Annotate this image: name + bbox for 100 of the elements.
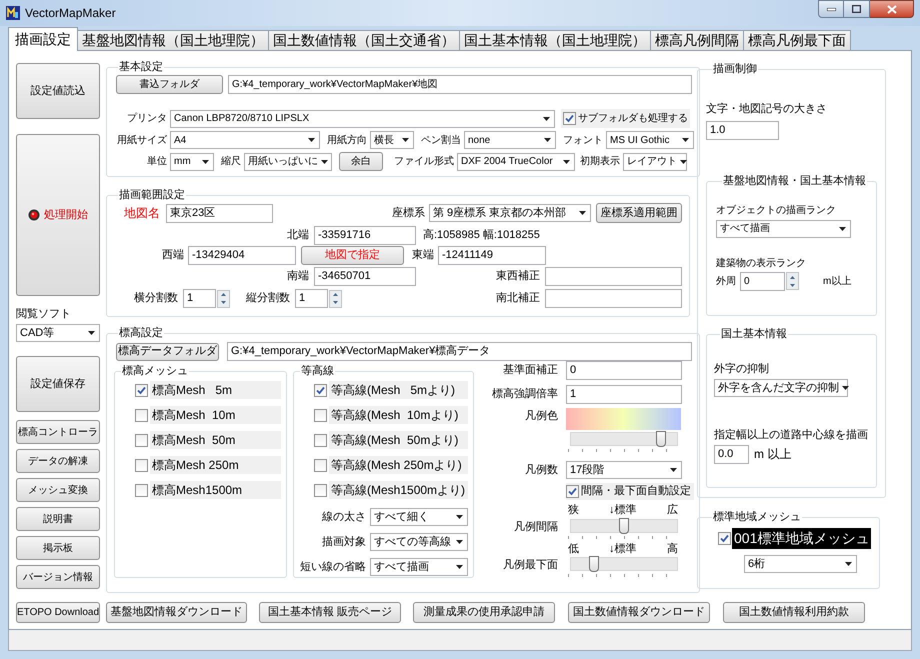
checkbox[interactable] <box>563 112 576 125</box>
field-label: 横分割数 <box>134 290 178 306</box>
checkbox[interactable] <box>135 408 148 422</box>
button[interactable]: 測量成果の使用承認申請 <box>413 602 555 623</box>
checkbox[interactable] <box>566 485 579 498</box>
button[interactable]: 国土基本情報 販売ページ <box>259 602 401 623</box>
dropdown[interactable]: すべて細く <box>370 508 468 526</box>
input-field[interactable]: 東京23区 <box>166 204 273 222</box>
slider[interactable] <box>570 518 678 532</box>
field-label: 北端 <box>287 228 309 244</box>
button[interactable]: 掲示板 <box>16 536 100 560</box>
input-field[interactable]: G:¥4_temporary_work¥VectorMapMaker¥地図 <box>228 75 692 94</box>
slider-thumb[interactable] <box>656 431 666 447</box>
group-title: 描画範囲設定 <box>118 189 186 202</box>
checkbox-label: サブフォルダも処理する <box>578 112 688 126</box>
button[interactable]: メッシュ変換 <box>16 478 100 502</box>
spinner-arrows-icon[interactable] <box>329 290 342 308</box>
button[interactable]: データの解凍 <box>16 449 100 473</box>
group-title: 描画制御 <box>712 63 758 76</box>
button[interactable]: 設定値読込 <box>16 63 100 119</box>
tab[interactable]: 基盤地図情報（国土地理院） <box>77 30 269 51</box>
button[interactable]: 標高データフォルダ <box>116 342 219 360</box>
dropdown[interactable]: DXF 2004 TrueColor <box>457 152 575 170</box>
dropdown[interactable]: A4 <box>170 131 320 149</box>
dropdown[interactable]: すべての等高線 <box>370 533 468 551</box>
input-field[interactable]: 1.0 <box>706 120 779 140</box>
button[interactable]: バージョン情報 <box>16 565 100 589</box>
tab[interactable]: 標高凡例間隔 <box>650 30 744 51</box>
slider[interactable] <box>570 432 678 446</box>
dropdown[interactable]: mm <box>170 152 214 170</box>
button[interactable]: 国土数値情報利用約款 <box>723 602 865 623</box>
tab[interactable]: 標高凡例最下面 <box>743 30 851 51</box>
spinner-arrows-icon[interactable] <box>217 290 230 308</box>
input-field[interactable]: -13429404 <box>188 246 296 265</box>
field-label: 短い線の省略 <box>300 560 366 575</box>
dropdown[interactable]: MS UI Gothic <box>606 131 694 149</box>
button[interactable]: ETOPO Download <box>16 602 100 623</box>
input-field[interactable]: 0.0 <box>714 444 749 464</box>
input-field[interactable]: G:¥4_temporary_work¥VectorMapMaker¥標高データ <box>227 342 692 361</box>
input-field[interactable] <box>545 289 682 308</box>
slider-thumb[interactable] <box>619 518 629 534</box>
caret-icon <box>402 138 409 142</box>
input-field[interactable]: 1 <box>183 289 216 308</box>
button[interactable]: 標高コントローラ <box>16 420 100 444</box>
button[interactable]: 国土数値情報ダウンロード <box>568 602 710 623</box>
tab[interactable]: 国土数値情報（国土交通省） <box>268 30 460 51</box>
checkbox-label: 標高Mesh 250m <box>150 456 281 474</box>
close-button[interactable] <box>870 0 914 18</box>
close-icon <box>886 4 896 14</box>
caret-icon <box>563 160 570 164</box>
tab[interactable]: 描画設定 <box>8 27 78 51</box>
field-label: 建築物の表示ランク <box>716 256 807 270</box>
button[interactable]: 説明書 <box>16 507 100 531</box>
input-field[interactable]: 0 <box>740 272 785 290</box>
checkbox[interactable] <box>314 434 327 446</box>
dropdown[interactable]: 用紙いっぱいに <box>244 152 332 170</box>
input-field[interactable] <box>545 267 682 286</box>
spinner-arrows-icon[interactable] <box>786 272 799 290</box>
tab[interactable]: 国土基本情報（国土地理院） <box>459 30 651 51</box>
dropdown[interactable]: 6桁 <box>744 555 857 573</box>
field-label: 指定幅以上の道路中心線を描画 <box>714 428 869 443</box>
caret-icon <box>670 468 677 472</box>
dropdown[interactable]: レイアウト <box>623 152 687 170</box>
dropdown[interactable]: Canon LBP8720/8710 LIPSLX <box>170 110 555 128</box>
input-field[interactable]: 0 <box>566 361 682 380</box>
checkbox[interactable] <box>314 384 327 396</box>
button[interactable]: 書込フォルダ <box>116 75 223 94</box>
checkbox[interactable] <box>314 408 327 422</box>
dropdown[interactable]: すべて描画 <box>370 558 468 576</box>
maximize-button[interactable] <box>844 0 870 18</box>
input-field[interactable]: -12411149 <box>438 246 546 265</box>
minimize-button[interactable] <box>818 0 844 18</box>
dropdown[interactable]: 横長 <box>370 131 414 149</box>
checkbox[interactable] <box>135 384 148 396</box>
button[interactable]: 余白 <box>339 152 383 171</box>
dropdown[interactable]: 外字を含んだ文字の抑制 <box>714 379 848 397</box>
dropdown[interactable]: none <box>464 131 556 149</box>
caret-icon <box>456 515 463 519</box>
dropdown[interactable]: 17段階 <box>566 461 682 479</box>
input-field[interactable]: -34650701 <box>314 267 416 286</box>
dropdown[interactable]: すべて描画 <box>716 220 851 238</box>
input-field[interactable]: 1 <box>566 385 682 404</box>
group-title: 等高線 <box>300 365 335 378</box>
slider-thumb[interactable] <box>589 556 600 572</box>
input-field[interactable]: -33591716 <box>314 226 416 245</box>
dropdown[interactable]: 第 9座標系 東京都の本州部 <box>429 204 591 222</box>
dropdown[interactable]: CAD等 <box>16 324 100 342</box>
field-label: オブジェクトの描画ランク <box>716 204 837 218</box>
start-button[interactable]: 処理開始 <box>16 134 100 296</box>
checkbox[interactable] <box>314 484 327 496</box>
button[interactable]: 設定値保存 <box>16 356 100 412</box>
checkbox[interactable] <box>135 434 148 446</box>
button[interactable]: 座標系適用範囲 <box>596 203 682 223</box>
input-field[interactable]: 1 <box>295 289 328 308</box>
checkbox[interactable] <box>718 532 731 545</box>
checkbox[interactable] <box>314 458 327 472</box>
checkbox[interactable] <box>135 458 148 472</box>
button[interactable]: 基盤地図情報ダウンロード <box>106 602 247 623</box>
checkbox[interactable] <box>135 484 148 496</box>
slider[interactable] <box>570 557 678 571</box>
